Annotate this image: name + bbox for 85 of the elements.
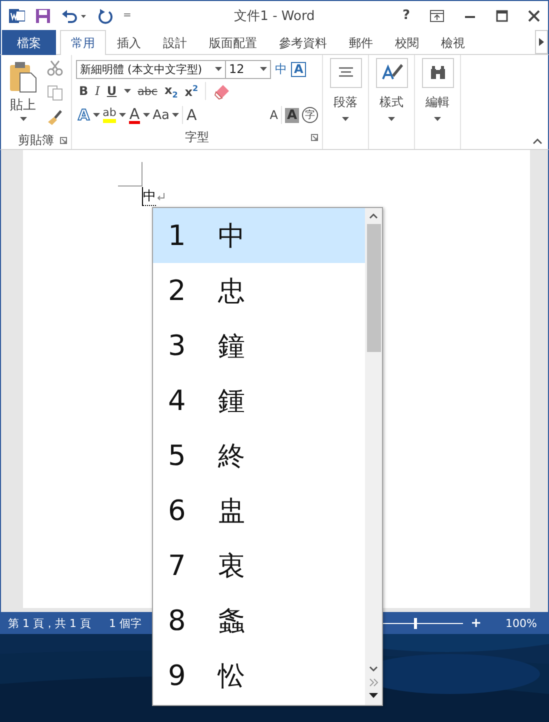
word-count[interactable]: 1 個字 — [108, 616, 142, 630]
dropdown-arrow-icon[interactable] — [92, 113, 100, 117]
window-title: 文件1 - Word — [233, 8, 316, 24]
collapse-ribbon-icon[interactable] — [533, 138, 542, 144]
character-shading-button[interactable]: A — [284, 108, 299, 122]
change-case-button[interactable]: Aa — [152, 108, 170, 122]
character-border-button[interactable]: A — [291, 62, 306, 76]
dropdown-arrow-icon[interactable] — [119, 113, 126, 117]
ribbon-group-button[interactable]: 段落 — [330, 58, 362, 121]
paragraph-mark-icon[interactable] — [157, 192, 165, 200]
redo-icon[interactable] — [97, 8, 113, 24]
highlight-button[interactable]: ab — [102, 107, 116, 123]
help-button[interactable]: ? — [402, 8, 410, 23]
binoculars-icon[interactable] — [422, 58, 454, 88]
strikethrough-button[interactable]: abc — [138, 84, 158, 98]
dropdown-arrow-icon[interactable] — [172, 113, 180, 117]
ribbon-tab[interactable]: 常用 — [60, 30, 106, 55]
font-name-field[interactable]: 新細明體 (本文中文字型) — [76, 60, 226, 78]
ribbon-tab[interactable]: 郵件 — [338, 30, 384, 55]
word-icon[interactable] — [9, 8, 25, 24]
candidate-item[interactable]: 9 忪 — [153, 648, 365, 703]
candidate-item[interactable]: 2 忠 — [153, 263, 365, 318]
phonetic-guide-button[interactable]: 中 — [275, 60, 287, 78]
ribbon-tab[interactable]: 參考資料 — [268, 30, 338, 55]
margin-corner-mark[interactable] — [118, 162, 143, 187]
candidate-item[interactable]: 7 衷 — [153, 538, 365, 593]
group-label: 字型 — [185, 128, 209, 146]
scroll-right-button[interactable] — [535, 30, 548, 54]
clipboard-icon[interactable] — [9, 61, 37, 93]
dropdown-arrow-icon[interactable] — [388, 117, 395, 121]
dropdown-arrow-icon[interactable] — [260, 67, 267, 71]
dropdown-arrow-icon[interactable] — [142, 113, 150, 117]
font-size-field[interactable]: 12 — [225, 60, 271, 78]
candidate-item[interactable]: 8 螽 — [153, 593, 365, 648]
dropdown-arrow-icon[interactable] — [342, 117, 349, 121]
dropdown-arrow-icon[interactable] — [434, 117, 441, 121]
font-color-button[interactable]: A — [129, 106, 140, 124]
styles-icon[interactable] — [376, 58, 408, 88]
candidate-item[interactable]: 1 中 — [153, 208, 365, 263]
text-effects-button[interactable]: A — [78, 106, 90, 124]
file-tab[interactable]: 檔案 — [2, 30, 56, 55]
shrink-font-button[interactable]: A — [270, 108, 278, 122]
document-text: 中 — [142, 187, 156, 206]
eraser-icon[interactable] — [213, 82, 232, 100]
group-label: 剪貼簿 — [18, 132, 54, 148]
brush-icon[interactable] — [47, 110, 63, 126]
ribbon-group-button[interactable]: 樣式 — [376, 58, 408, 121]
enclose-characters-button[interactable]: 字 — [302, 107, 318, 123]
save-icon[interactable] — [35, 8, 51, 24]
candidate-item[interactable]: 4 鍾 — [153, 373, 365, 428]
maximize-icon[interactable] — [496, 10, 508, 22]
zoom-level[interactable]: 100% — [506, 616, 537, 630]
paragraph-icon[interactable] — [330, 58, 362, 88]
ribbon-tab[interactable]: 設計 — [152, 30, 198, 55]
caret-icon[interactable] — [539, 38, 544, 46]
dialog-launcher-icon[interactable] — [60, 137, 67, 144]
bold-button[interactable]: B — [79, 84, 88, 98]
ribbon-tab[interactable]: 校閱 — [384, 30, 430, 55]
scroll-down-icon[interactable] — [369, 666, 378, 672]
ribbon-group-button[interactable]: 編輯 — [422, 58, 454, 121]
customize-toolbar-button[interactable]: = — [123, 10, 132, 21]
page-count[interactable]: 第 1 頁，共 1 頁 — [8, 616, 91, 630]
dialog-launcher-icon[interactable] — [311, 134, 318, 141]
subscript-button[interactable]: x$_{2}$ — [164, 82, 178, 100]
underline-button[interactable]: U — [106, 84, 117, 98]
candidate-item[interactable]: 6 盅 — [153, 483, 365, 538]
candidate-item[interactable]: 5 終 — [153, 428, 365, 483]
close-icon[interactable] — [528, 10, 540, 22]
ribbon-tab[interactable]: 插入 — [106, 30, 152, 55]
undo-icon[interactable] — [61, 8, 87, 24]
dropdown-arrow-icon[interactable] — [215, 67, 222, 71]
scrollbar-thumb[interactable] — [366, 224, 380, 352]
candidate-item[interactable]: 3 鐘 — [153, 318, 365, 373]
paste-button[interactable]: 貼上 — [5, 58, 41, 131]
ribbon-tab[interactable]: 版面配置 — [198, 30, 268, 55]
ribbon-tab[interactable]: 檢視 — [430, 30, 476, 55]
scroll-up-icon[interactable] — [369, 213, 378, 219]
grow-font-button[interactable]: A — [186, 106, 267, 124]
ribbon-display-icon[interactable] — [430, 10, 444, 22]
superscript-button[interactable]: x$^{2}$ — [184, 84, 198, 98]
zoom-in-button[interactable]: + — [470, 616, 482, 630]
scissors-icon[interactable] — [47, 60, 63, 76]
italic-button[interactable]: I — [95, 84, 100, 98]
dropdown-arrow-icon[interactable] — [20, 117, 26, 121]
dropdown-arrow-icon[interactable] — [124, 89, 131, 93]
